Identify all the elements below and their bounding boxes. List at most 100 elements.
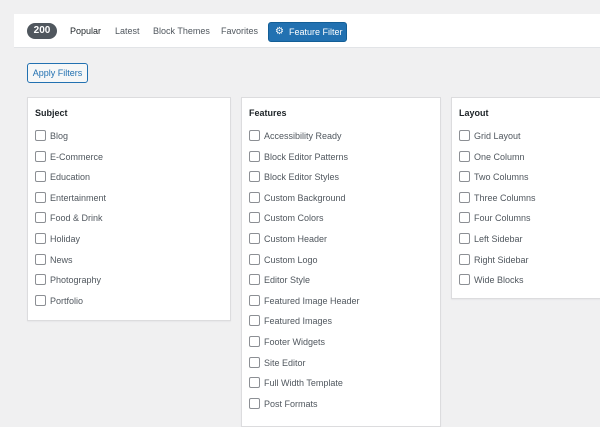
checkbox[interactable] <box>459 150 470 162</box>
checkbox[interactable] <box>35 253 46 265</box>
checkbox[interactable] <box>249 294 260 306</box>
filter-option-label: Wide Blocks <box>474 275 524 286</box>
filter-option[interactable]: Block Editor Patterns <box>249 150 429 164</box>
checkbox[interactable] <box>459 253 470 265</box>
filter-bar: 200 Popular Latest Block Themes Favorite… <box>14 14 600 48</box>
filter-option[interactable]: Three Columns <box>459 191 600 205</box>
checkbox[interactable] <box>249 212 260 224</box>
filter-option-label: Block Editor Styles <box>264 172 340 183</box>
feature-filter-button[interactable]: ⚙ Feature Filter <box>268 22 347 42</box>
checkbox[interactable] <box>249 171 260 183</box>
filter-option[interactable]: Photography <box>35 273 215 287</box>
tab-popular[interactable]: Popular <box>70 24 101 38</box>
filter-option-label: Two Columns <box>474 172 529 183</box>
filter-option[interactable]: Wide Blocks <box>459 273 600 287</box>
filter-option-label: Holiday <box>50 234 81 244</box>
filter-option[interactable]: Full Width Template <box>249 376 429 390</box>
filter-option[interactable]: Accessibility Ready <box>249 129 429 143</box>
checkbox[interactable] <box>249 253 260 265</box>
filter-option-label: E-Commerce <box>50 151 104 162</box>
filter-option-label: Education <box>50 172 91 183</box>
filter-option-label: Photography <box>50 275 102 286</box>
filter-option-label: Right Sidebar <box>474 254 529 265</box>
filter-option[interactable]: Footer Widgets <box>249 335 429 349</box>
filter-option[interactable]: Grid Layout <box>459 129 600 143</box>
filter-option[interactable]: Custom Logo <box>249 253 429 267</box>
filter-option[interactable]: Custom Colors <box>249 211 429 225</box>
checkbox[interactable] <box>459 233 470 244</box>
filter-option-label: Footer Widgets <box>264 337 326 347</box>
filter-option-label: Site Editor <box>264 357 306 368</box>
checkbox[interactable] <box>249 150 260 162</box>
checkbox[interactable] <box>459 171 470 183</box>
checkbox[interactable] <box>459 274 470 286</box>
checkbox[interactable] <box>249 130 260 141</box>
filter-option-label: Post Formats <box>264 398 318 409</box>
filter-group-layout: Layout Grid Layout One Column Two Columns T… <box>451 97 600 299</box>
filter-option-label: Grid Layout <box>474 131 521 141</box>
checkbox[interactable] <box>249 274 260 286</box>
tab-block-themes[interactable]: Block Themes <box>153 24 210 38</box>
theme-browser: 200 Popular Latest Block Themes Favorite… <box>14 14 600 427</box>
checkbox[interactable] <box>249 397 260 409</box>
checkbox[interactable] <box>35 130 46 141</box>
checkbox[interactable] <box>249 336 260 347</box>
filter-option-label: Custom Logo <box>264 254 318 265</box>
filter-option-label: Custom Header <box>264 234 328 244</box>
filter-option[interactable]: One Column <box>459 150 600 164</box>
filter-option-label: News <box>50 254 73 265</box>
gear-icon: ⚙ <box>275 26 284 37</box>
filter-option[interactable]: Left Sidebar <box>459 232 600 246</box>
checkbox[interactable] <box>35 274 46 286</box>
filter-option-label: Four Columns <box>474 213 531 224</box>
filter-option[interactable]: Portfolio <box>35 294 215 308</box>
checkbox[interactable] <box>459 191 470 203</box>
filter-option-label: Portfolio <box>50 295 84 306</box>
checkbox[interactable] <box>249 191 260 203</box>
filter-option-label: Featured Images <box>264 316 333 327</box>
filter-option[interactable]: Editor Style <box>249 273 429 287</box>
filter-option-label: Food & Drink <box>50 213 103 224</box>
filter-option[interactable]: Education <box>35 170 215 184</box>
filter-option[interactable]: Four Columns <box>459 211 600 225</box>
checkbox[interactable] <box>459 212 470 224</box>
checkbox[interactable] <box>35 233 46 244</box>
checkbox[interactable] <box>459 130 470 141</box>
checkbox[interactable] <box>249 356 260 368</box>
filter-option[interactable]: Site Editor <box>249 356 429 370</box>
checkbox[interactable] <box>249 315 260 327</box>
filter-option-label: One Column <box>474 151 525 162</box>
checkbox[interactable] <box>249 377 260 389</box>
filter-option[interactable]: Featured Image Header <box>249 294 429 308</box>
filter-option-label: Custom Colors <box>264 213 324 224</box>
filter-group-subject: Subject Blog E-Commerce Education Entertain… <box>27 97 231 321</box>
tab-latest[interactable]: Latest <box>115 24 140 38</box>
filter-option[interactable]: Custom Background <box>249 191 429 205</box>
tab-favorites[interactable]: Favorites <box>221 24 258 38</box>
checkbox[interactable] <box>35 294 46 306</box>
filter-option[interactable]: Food & Drink <box>35 211 215 225</box>
filter-option-label: Full Width Template <box>264 378 343 389</box>
filter-option[interactable]: Entertainment <box>35 191 215 205</box>
filter-option[interactable]: Blog <box>35 129 215 143</box>
filter-option[interactable]: Custom Header <box>249 232 429 246</box>
filter-option[interactable]: Block Editor Styles <box>249 170 429 184</box>
group-title: Layout <box>459 108 489 118</box>
filter-option[interactable]: News <box>35 253 215 267</box>
feature-filter-label: Feature Filter <box>289 27 343 37</box>
filter-option[interactable]: Holiday <box>35 232 215 246</box>
filter-group-features: Features Accessibility Ready Block Editor… <box>241 97 441 427</box>
filter-option[interactable]: Right Sidebar <box>459 253 600 267</box>
checkbox[interactable] <box>35 212 46 224</box>
filter-option[interactable]: Post Formats <box>249 397 429 411</box>
filter-option[interactable]: Featured Images <box>249 314 429 328</box>
checkbox[interactable] <box>249 233 260 244</box>
filter-option-label: Accessibility Ready <box>264 131 342 141</box>
checkbox[interactable] <box>35 150 46 162</box>
filter-option[interactable]: Two Columns <box>459 170 600 184</box>
apply-filters-button[interactable]: Apply Filters <box>27 63 88 83</box>
checkbox[interactable] <box>35 171 46 183</box>
filter-option[interactable]: E-Commerce <box>35 150 215 164</box>
checkbox[interactable] <box>35 191 46 203</box>
group-title: Features <box>249 108 287 118</box>
